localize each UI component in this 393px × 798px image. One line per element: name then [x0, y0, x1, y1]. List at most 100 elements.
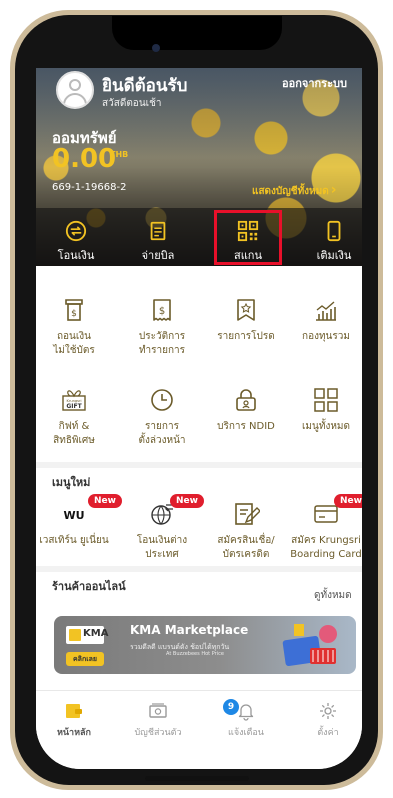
- kma-logo-mark: [69, 629, 81, 641]
- banner-subtitle-2: At Buzzebees Hot Price: [166, 651, 224, 657]
- show-all-accounts-link[interactable]: แสดงบัญชีทั้งหมด ›: [252, 182, 337, 199]
- all-menu-icon: [314, 388, 338, 412]
- loan-apply-icon: [235, 503, 260, 525]
- menu-label-line2: สิทธิพิเศษ: [53, 435, 95, 446]
- section-divider: [36, 566, 362, 572]
- kma-logo: KMA: [66, 626, 108, 644]
- logout-button[interactable]: ออกจากระบบ: [282, 74, 347, 92]
- menu-item-gift[interactable]: Krungsri GIFT กิฟท์ & สิทธิพิเศษ: [36, 386, 114, 448]
- menu-item-history[interactable]: $ ประวัติการทำรายการ: [122, 296, 202, 358]
- banner-click-button[interactable]: คลิกเลย: [66, 652, 104, 666]
- svg-text:$: $: [159, 306, 165, 317]
- menu-item-cardless-withdraw[interactable]: $ ถอนเงินไม่ใช้บัตร: [36, 296, 114, 358]
- quick-action-topup[interactable]: เติมเงิน: [294, 208, 362, 266]
- gear-icon: [320, 703, 336, 719]
- menu-item-boarding-card[interactable]: สมัคร Krungsri Boarding Card: [286, 500, 362, 562]
- bell-icon: [238, 704, 254, 721]
- app-screen: ยินดีต้อนรับ สวัสดีตอนเช้า ออกจากระบบ ออ…: [36, 68, 362, 769]
- gift-icon: Krungsri GIFT: [62, 390, 86, 411]
- menu-item-scheduled[interactable]: รายการตั้งล่วงหน้า: [122, 386, 202, 448]
- mobile-topup-icon: [327, 220, 341, 242]
- western-union-icon: WU: [63, 509, 84, 522]
- menu-label-line1: ถอนเงิน: [56, 331, 92, 342]
- clock-icon: [151, 389, 173, 411]
- menu-label-line1: สมัคร Krungsri: [291, 535, 361, 546]
- menu-label-line2: ไม่ใช้บัตร: [53, 345, 95, 356]
- menu-label-line1: กองทุนรวม: [302, 331, 350, 342]
- bottom-navigation: หน้าหลัก บัญชีส่วนตัว แจ้งเตือน ตั้งค่า: [36, 690, 362, 769]
- menu-item-loan-apply[interactable]: สมัครสินเชื่อ/บัตรเครดิต: [206, 500, 286, 562]
- phone-mockup: ยินดีต้อนรับ สวัสดีตอนเช้า ออกจากระบบ ออ…: [0, 0, 393, 798]
- menu-label-line1: รายการโปรด: [217, 331, 275, 342]
- menu-item-all[interactable]: เมนูทั้งหมด: [286, 386, 362, 434]
- menu-label-line1: เมนูทั้งหมด: [302, 421, 350, 432]
- quick-action-bar: โอนเงิน จ่ายบิล สแกน เติมเงิน: [36, 208, 362, 266]
- account-number: 669-1-19668-2: [52, 182, 127, 193]
- menu-label-line1: บริการ NDID: [217, 421, 275, 432]
- quick-action-label: โอนเงิน: [57, 249, 95, 262]
- menu-label-line2: ประเทศ: [145, 549, 179, 560]
- favorite-icon: [237, 299, 255, 321]
- nav-settings[interactable]: ตั้งค่า: [288, 701, 362, 739]
- ndid-icon: [236, 389, 256, 411]
- currency-label: THB: [110, 150, 129, 159]
- chevron-right-icon: ›: [330, 182, 337, 198]
- menu-label-line1: สมัครสินเชื่อ/: [217, 535, 275, 546]
- scan-highlight-box: [214, 210, 282, 265]
- new-badge: New: [334, 494, 362, 508]
- greeting-text: สวัสดีตอนเช้า: [102, 98, 162, 109]
- menu-item-global-transfer[interactable]: โอนเงินต่างประเทศ: [122, 500, 202, 562]
- home-wallet-icon: [66, 704, 82, 718]
- menu-label-line1: ประวัติการ: [138, 331, 186, 342]
- western-union-logo-text: WU: [63, 509, 84, 522]
- nav-label: บัญชีส่วนตัว: [134, 728, 182, 738]
- new-badge: New: [170, 494, 204, 508]
- quick-action-transfer[interactable]: โอนเงิน: [36, 208, 116, 266]
- mutual-fund-icon: [316, 301, 336, 321]
- quick-action-bill[interactable]: จ่ายบิล: [118, 208, 198, 266]
- menu-item-ndid[interactable]: บริการ NDID: [206, 386, 286, 434]
- see-all-link[interactable]: ดูทั้งหมด: [314, 588, 352, 603]
- new-menu-title: เมนูใหม่: [52, 476, 91, 489]
- online-shop-title: ร้านค้าออนไลน์: [52, 580, 126, 593]
- gift-card-text: GIFT: [66, 403, 82, 410]
- home-indicator[interactable]: [145, 776, 249, 781]
- menu-label-line2: ตั้งล่วงหน้า: [138, 435, 186, 446]
- history-icon: $: [153, 299, 171, 321]
- nav-home[interactable]: หน้าหลัก: [36, 701, 114, 739]
- kma-logo-text: KMA: [83, 628, 109, 639]
- avatar-body: [63, 93, 87, 107]
- bill-icon: [150, 221, 166, 241]
- quick-action-label: จ่ายบิล: [141, 249, 175, 262]
- welcome-title: ยินดีต้อนรับ: [102, 76, 188, 96]
- kma-marketplace-banner[interactable]: KMA คลิกเลย KMA Marketplace รวมดีลดี แบร…: [54, 616, 356, 674]
- transfer-icon: [65, 220, 87, 242]
- nav-label: แจ้งเตือน: [228, 728, 264, 738]
- menu-label-line2: ทำรายการ: [138, 345, 186, 356]
- camera-icon: [152, 44, 160, 52]
- nav-notifications[interactable]: แจ้งเตือน: [206, 701, 286, 739]
- avatar-head: [69, 79, 81, 91]
- menu-grid: $ ถอนเงินไม่ใช้บัตร $ ประวัติการทำรายการ…: [36, 266, 362, 462]
- shopping-cart-icon: [282, 624, 337, 666]
- avatar[interactable]: [56, 71, 94, 109]
- new-badge: New: [88, 494, 122, 508]
- menu-label-line1: รายการ: [145, 421, 179, 432]
- svg-text:$: $: [71, 309, 77, 319]
- nav-label: หน้าหลัก: [56, 728, 92, 738]
- phone-notch: [112, 16, 282, 50]
- nav-label: ตั้งค่า: [317, 728, 339, 738]
- show-all-label: แสดงบัญชีทั้งหมด: [252, 186, 329, 197]
- menu-label-line2: บัตรเครดิต: [222, 549, 270, 560]
- account-icon: [149, 703, 167, 718]
- menu-label-line2: Boarding Card: [290, 549, 362, 560]
- menu-label-line1: กิฟท์ &: [58, 421, 90, 432]
- section-divider: [36, 462, 362, 468]
- menu-label-line1: โอนเงินต่าง: [136, 535, 188, 546]
- menu-item-favorite[interactable]: รายการโปรด: [206, 296, 286, 344]
- cardless-withdraw-icon: $: [65, 299, 83, 321]
- nav-account[interactable]: บัญชีส่วนตัว: [118, 701, 198, 739]
- quick-action-label: เติมเงิน: [316, 249, 352, 262]
- menu-label-line1: เวสเทิร์น ยูเนี่ยน: [39, 535, 109, 546]
- menu-item-mutual-fund[interactable]: กองทุนรวม: [286, 296, 362, 344]
